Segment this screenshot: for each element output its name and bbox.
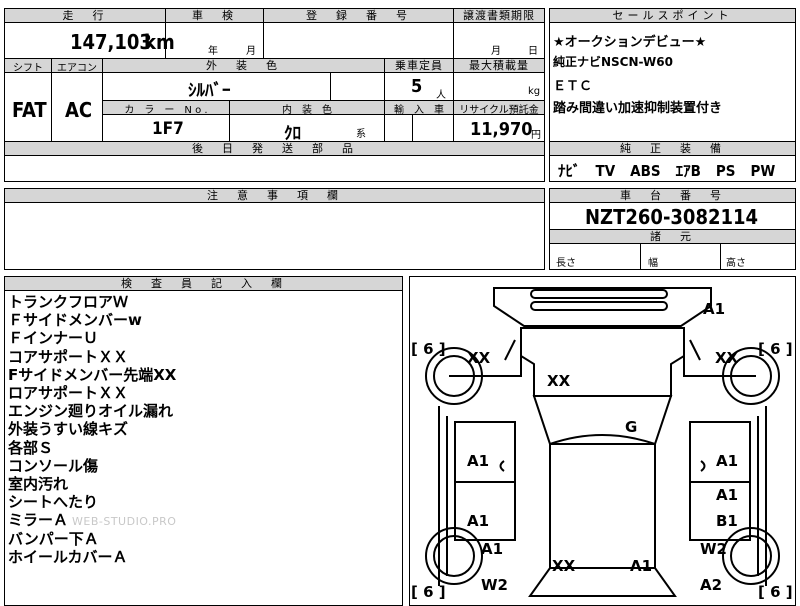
interior-color-header: 内 装 色 — [230, 101, 384, 116]
inspector-note: 外装うすい線キズ — [8, 420, 129, 439]
damage-left-fender: A1 — [481, 540, 504, 558]
damage-rear-right-quarter: XX — [715, 349, 739, 367]
inspector-note: ＦインナーＵ — [8, 329, 99, 348]
inspector-note: コアサポートＸＸ — [8, 347, 129, 366]
equipment-items: ﾅﾋﾞ TV ABS ｴｱB PS PW — [558, 162, 776, 180]
mileage-value: 147,103 — [70, 30, 152, 54]
damage-right-fender: W2 — [700, 540, 727, 558]
damage-right-front-door-a: A1 — [716, 486, 739, 504]
inspector-note: Fサイドメンバー先端XX — [8, 365, 177, 384]
import-header: 輸 入 車 — [385, 101, 453, 116]
shaken-year-label: 年 — [208, 46, 218, 57]
mileage-unit: km — [144, 30, 175, 54]
sales-line-3: ＥＴＣ — [553, 79, 593, 94]
exterior-color-header: 外 装 色 — [103, 59, 384, 73]
transfer-month-label: 月 — [491, 46, 501, 57]
inspector-note: バンパー下Ａ — [8, 529, 99, 548]
length-label: 長さ — [556, 258, 576, 269]
mileage-header: 走 行 — [5, 9, 165, 23]
shift-label: シフト — [5, 59, 51, 74]
capacity-value: 5 — [411, 76, 423, 97]
sales-line-2: 純正ナビNSCN-W60 — [553, 55, 673, 69]
shaken-month-label: 月 — [246, 46, 256, 57]
aircon-value: AC — [65, 98, 93, 122]
inspector-note: トランクフロアＷ — [8, 293, 129, 311]
damage-rear-right: A1 — [703, 300, 726, 318]
sales-point-header: セールスポイント — [550, 9, 795, 23]
tire-depth-rear-right: [ 6 ] — [758, 340, 793, 358]
height-label: 高さ — [726, 258, 746, 269]
inspector-note: エンジン廻りオイル漏れ — [8, 402, 174, 421]
registration-header: 登 録 番 号 — [264, 9, 453, 23]
capacity-unit: 人 — [436, 90, 446, 101]
sales-line-4: 踏み間違い加速抑制装置付き — [553, 101, 723, 116]
sales-line-1: ★オークションデビュー★ — [553, 35, 707, 50]
transfer-day-label: 日 — [528, 46, 538, 57]
interior-color-suffix: 系 — [356, 129, 366, 140]
damage-right-front-door-b: B1 — [716, 512, 738, 530]
inspector-note: シートへたり — [8, 493, 99, 512]
damage-left-rear-door: A1 — [467, 452, 490, 470]
equipment-header: 純 正 装 備 — [550, 142, 795, 156]
recycle-unit: 円 — [531, 130, 541, 141]
inspector-note: Ｆサイドメンバーw — [8, 311, 142, 330]
chassis-number: NZT260-3082114 — [585, 205, 759, 229]
maxload-header: 最大積載量 — [454, 59, 544, 73]
width-label: 幅 — [648, 258, 658, 269]
inspector-note: コンソール傷 — [8, 456, 99, 475]
dimensions-header: 諸 元 — [550, 230, 795, 244]
damage-hood-left: XX — [552, 557, 576, 575]
maxload-unit: kg — [528, 86, 541, 97]
inspector-note: 室内汚れ — [8, 475, 69, 493]
damage-right-rear-door: A1 — [716, 452, 739, 470]
recycle-header: リサイクル預託金 — [454, 101, 544, 116]
transfer-deadline-header: 譲渡書類期限 — [454, 9, 544, 23]
damage-hood-right: A1 — [630, 557, 653, 575]
recycle-value: 11,970 — [470, 119, 533, 140]
shaken-header: 車 検 — [166, 9, 263, 23]
capacity-header: 乗車定員 — [385, 59, 453, 73]
damage-roof: G — [625, 418, 638, 436]
damage-rear-left-quarter: XX — [467, 349, 491, 367]
car-outline — [425, 287, 780, 597]
tire-depth-front-right: [ 6 ] — [758, 583, 793, 601]
inspector-note: ホイールカバーＡ — [8, 547, 128, 566]
caution-header: 注 意 事 項 欄 — [5, 189, 544, 203]
watermark: WEB-STUDIO.PRO — [72, 515, 177, 528]
exterior-color-value: ｼﾙﾊﾞｰ — [188, 81, 231, 101]
tire-depth-front-left: [ 6 ] — [411, 583, 446, 601]
inspector-note: 各部Ｓ — [8, 438, 54, 457]
shift-value: FAT — [12, 98, 47, 122]
inspector-note: ミラーＡ — [8, 511, 69, 530]
damage-right-front-corner: A2 — [700, 576, 723, 594]
inspector-header: 検 査 員 記 入 欄 — [5, 277, 402, 291]
later-parts-header: 後 日 発 送 部 品 — [5, 142, 544, 156]
chassis-header: 車 台 番 号 — [550, 189, 795, 203]
color-no-header: カ ラ ー N o . — [103, 101, 229, 116]
damage-trunk: XX — [547, 372, 571, 390]
aircon-label: エアコン — [52, 59, 102, 74]
inspector-note: ロアサポートＸＸ — [8, 384, 129, 402]
damage-left-front-door: A1 — [467, 512, 490, 530]
damage-left-front-corner: W2 — [481, 576, 508, 594]
color-no-value: 1F7 — [152, 119, 184, 139]
tire-depth-rear-left: [ 6 ] — [411, 340, 446, 358]
